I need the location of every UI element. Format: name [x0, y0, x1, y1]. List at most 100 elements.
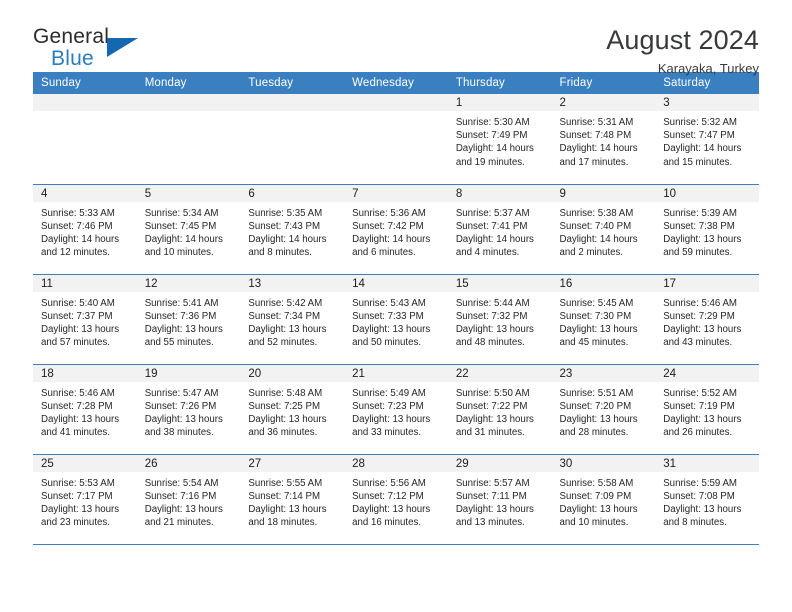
- sunrise-text: Sunrise: 5:52 AM: [663, 387, 737, 399]
- day-number: [344, 94, 448, 111]
- day-cell[interactable]: 26 Sunrise: 5:54 AM Sunset: 7:16 PM Dayligh…: [136, 453, 241, 545]
- day-cell[interactable]: 7 Sunrise: 5:36 AM Sunset: 7:42 PM Daylight…: [344, 183, 448, 274]
- daylight-text-line1: Daylight: 14 hours: [455, 143, 534, 155]
- day-cell[interactable]: 2 Sunrise: 5:31 AM Sunset: 7:48 PM Daylight…: [551, 94, 656, 184]
- day-cell[interactable]: 15 Sunrise: 5:44 AM Sunset: 7:32 PM Dayligh…: [447, 273, 552, 364]
- day-cell[interactable]: 30 Sunrise: 5:58 AM Sunset: 7:09 PM Dayligh…: [551, 453, 656, 545]
- sunrise-text: Sunrise: 5:49 AM: [352, 387, 426, 399]
- day-number: 29: [447, 454, 552, 472]
- daylight-text-line2: and 57 minutes.: [41, 337, 110, 349]
- day-details: Sunrise: 5:48 AM Sunset: 7:25 PM Daylight:…: [240, 382, 344, 440]
- daylight-text-line1: Daylight: 13 hours: [144, 503, 223, 515]
- sunrise-text: Sunrise: 5:57 AM: [455, 477, 530, 489]
- sunset-text: Sunset: 7:34 PM: [248, 310, 321, 322]
- day-cell[interactable]: 14 Sunrise: 5:43 AM Sunset: 7:33 PM Dayligh…: [344, 273, 448, 364]
- daylight-text-line2: and 45 minutes.: [559, 337, 629, 349]
- sunset-text: Sunset: 7:28 PM: [41, 400, 113, 412]
- daylight-text-line2: and 59 minutes.: [663, 247, 733, 259]
- day-cell[interactable]: 19 Sunrise: 5:47 AM Sunset: 7:26 PM Dayligh…: [136, 363, 241, 454]
- daylight-text-line1: Daylight: 13 hours: [663, 233, 742, 245]
- sunset-text: Sunset: 7:49 PM: [455, 130, 528, 142]
- daylight-text-line1: Daylight: 13 hours: [248, 503, 327, 515]
- sunset-text: Sunset: 7:43 PM: [248, 220, 321, 232]
- day-number: 22: [447, 364, 552, 382]
- day-details: Sunrise: 5:51 AM Sunset: 7:20 PM Daylight:…: [552, 382, 656, 440]
- sunset-text: Sunset: 7:25 PM: [248, 400, 321, 412]
- day-cell[interactable]: 1 Sunrise: 5:30 AM Sunset: 7:49 PM Daylight…: [447, 94, 552, 184]
- day-cell-empty: [240, 94, 345, 184]
- daylight-text-line2: and 23 minutes.: [41, 517, 110, 529]
- daylight-text-line2: and 26 minutes.: [663, 427, 733, 439]
- day-cell[interactable]: 12 Sunrise: 5:41 AM Sunset: 7:36 PM Dayligh…: [136, 273, 241, 364]
- sunset-text: Sunset: 7:22 PM: [455, 400, 528, 412]
- sunset-text: Sunset: 7:16 PM: [144, 490, 217, 502]
- brand-logo[interactable]: General Blue: [33, 26, 143, 72]
- day-cell[interactable]: 22 Sunrise: 5:50 AM Sunset: 7:22 PM Dayligh…: [447, 363, 552, 454]
- sunset-text: Sunset: 7:47 PM: [663, 130, 735, 142]
- day-cell[interactable]: 9 Sunrise: 5:38 AM Sunset: 7:40 PM Daylight…: [551, 183, 656, 274]
- day-number: 17: [655, 274, 759, 292]
- day-cell-empty: [136, 94, 241, 184]
- day-cell[interactable]: 28 Sunrise: 5:56 AM Sunset: 7:12 PM Dayligh…: [344, 453, 448, 545]
- day-cell[interactable]: 24 Sunrise: 5:52 AM Sunset: 7:19 PM Dayligh…: [655, 363, 759, 454]
- day-details: Sunrise: 5:32 AM Sunset: 7:47 PM Daylight:…: [655, 111, 759, 169]
- daylight-text-line1: Daylight: 13 hours: [248, 323, 327, 335]
- day-cell[interactable]: 18 Sunrise: 5:46 AM Sunset: 7:28 PM Dayligh…: [33, 363, 137, 454]
- day-cell[interactable]: 31 Sunrise: 5:59 AM Sunset: 7:08 PM Dayligh…: [655, 453, 759, 545]
- sunrise-text: Sunrise: 5:51 AM: [559, 387, 634, 399]
- day-cell[interactable]: 5 Sunrise: 5:34 AM Sunset: 7:45 PM Daylight…: [136, 183, 241, 274]
- sunrise-text: Sunrise: 5:53 AM: [41, 477, 115, 489]
- day-details: Sunrise: 5:46 AM Sunset: 7:29 PM Daylight:…: [655, 292, 759, 350]
- day-details: Sunrise: 5:56 AM Sunset: 7:12 PM Daylight:…: [344, 472, 448, 530]
- sunrise-text: Sunrise: 5:33 AM: [41, 207, 115, 219]
- daylight-text-line2: and 43 minutes.: [663, 337, 733, 349]
- daylight-text-line1: Daylight: 13 hours: [352, 503, 431, 515]
- day-details: Sunrise: 5:41 AM Sunset: 7:36 PM Daylight:…: [137, 292, 241, 350]
- sunrise-text: Sunrise: 5:54 AM: [144, 477, 219, 489]
- sunrise-text: Sunrise: 5:41 AM: [144, 297, 219, 309]
- day-cell[interactable]: 10 Sunrise: 5:39 AM Sunset: 7:38 PM Dayligh…: [655, 183, 759, 274]
- day-cell[interactable]: 23 Sunrise: 5:51 AM Sunset: 7:20 PM Dayligh…: [551, 363, 656, 454]
- day-number: 9: [551, 184, 656, 202]
- calendar-week-row: 25 Sunrise: 5:53 AM Sunset: 7:17 PM Dayligh…: [33, 453, 759, 545]
- calendar-table: Sunday Monday Tuesday Wednesday Thursday…: [33, 72, 759, 545]
- daylight-text-line2: and 8 minutes.: [248, 247, 312, 259]
- daylight-text-line1: Daylight: 14 hours: [663, 143, 742, 155]
- sunrise-text: Sunrise: 5:46 AM: [41, 387, 115, 399]
- daylight-text-line1: Daylight: 13 hours: [41, 413, 120, 425]
- daylight-text-line1: Daylight: 13 hours: [352, 323, 431, 335]
- daylight-text-line1: Daylight: 13 hours: [663, 413, 742, 425]
- day-cell[interactable]: 13 Sunrise: 5:42 AM Sunset: 7:34 PM Dayligh…: [240, 273, 345, 364]
- day-number: 24: [655, 364, 759, 382]
- sunrise-text: Sunrise: 5:56 AM: [352, 477, 426, 489]
- day-number: 6: [240, 184, 345, 202]
- day-details: Sunrise: 5:43 AM Sunset: 7:33 PM Daylight:…: [344, 292, 448, 350]
- sunrise-text: Sunrise: 5:45 AM: [559, 297, 634, 309]
- day-number: 25: [33, 454, 137, 472]
- day-cell[interactable]: 21 Sunrise: 5:49 AM Sunset: 7:23 PM Dayligh…: [344, 363, 448, 454]
- day-number: 30: [551, 454, 656, 472]
- day-cell[interactable]: 27 Sunrise: 5:55 AM Sunset: 7:14 PM Dayligh…: [240, 453, 345, 545]
- daylight-text-line2: and 52 minutes.: [248, 337, 318, 349]
- day-cell[interactable]: 25 Sunrise: 5:53 AM Sunset: 7:17 PM Dayligh…: [33, 453, 137, 545]
- day-cell[interactable]: 11 Sunrise: 5:40 AM Sunset: 7:37 PM Dayligh…: [33, 273, 137, 364]
- day-number: 8: [447, 184, 552, 202]
- day-number: 27: [240, 454, 345, 472]
- day-cell[interactable]: 16 Sunrise: 5:45 AM Sunset: 7:30 PM Dayligh…: [551, 273, 656, 364]
- day-cell-empty: [33, 94, 137, 184]
- day-cell[interactable]: 20 Sunrise: 5:48 AM Sunset: 7:25 PM Dayligh…: [240, 363, 345, 454]
- daylight-text-line2: and 41 minutes.: [41, 427, 110, 439]
- sunrise-text: Sunrise: 5:30 AM: [455, 117, 530, 128]
- day-cell[interactable]: 4 Sunrise: 5:33 AM Sunset: 7:46 PM Daylight…: [33, 183, 137, 274]
- daylight-text-line1: Daylight: 13 hours: [41, 323, 120, 335]
- daylight-text-line1: Daylight: 13 hours: [559, 323, 638, 335]
- day-cell[interactable]: 29 Sunrise: 5:57 AM Sunset: 7:11 PM Dayligh…: [447, 453, 552, 545]
- day-cell[interactable]: 3 Sunrise: 5:32 AM Sunset: 7:47 PM Daylight…: [655, 94, 759, 184]
- day-cell[interactable]: 8 Sunrise: 5:37 AM Sunset: 7:41 PM Daylight…: [447, 183, 552, 274]
- sunrise-text: Sunrise: 5:47 AM: [144, 387, 219, 399]
- daylight-text-line2: and 18 minutes.: [248, 517, 318, 529]
- sunset-text: Sunset: 7:41 PM: [455, 220, 528, 232]
- day-cell[interactable]: 17 Sunrise: 5:46 AM Sunset: 7:29 PM Dayligh…: [655, 273, 759, 364]
- day-cell[interactable]: 6 Sunrise: 5:35 AM Sunset: 7:43 PM Daylight…: [240, 183, 345, 274]
- day-number: 14: [344, 274, 448, 292]
